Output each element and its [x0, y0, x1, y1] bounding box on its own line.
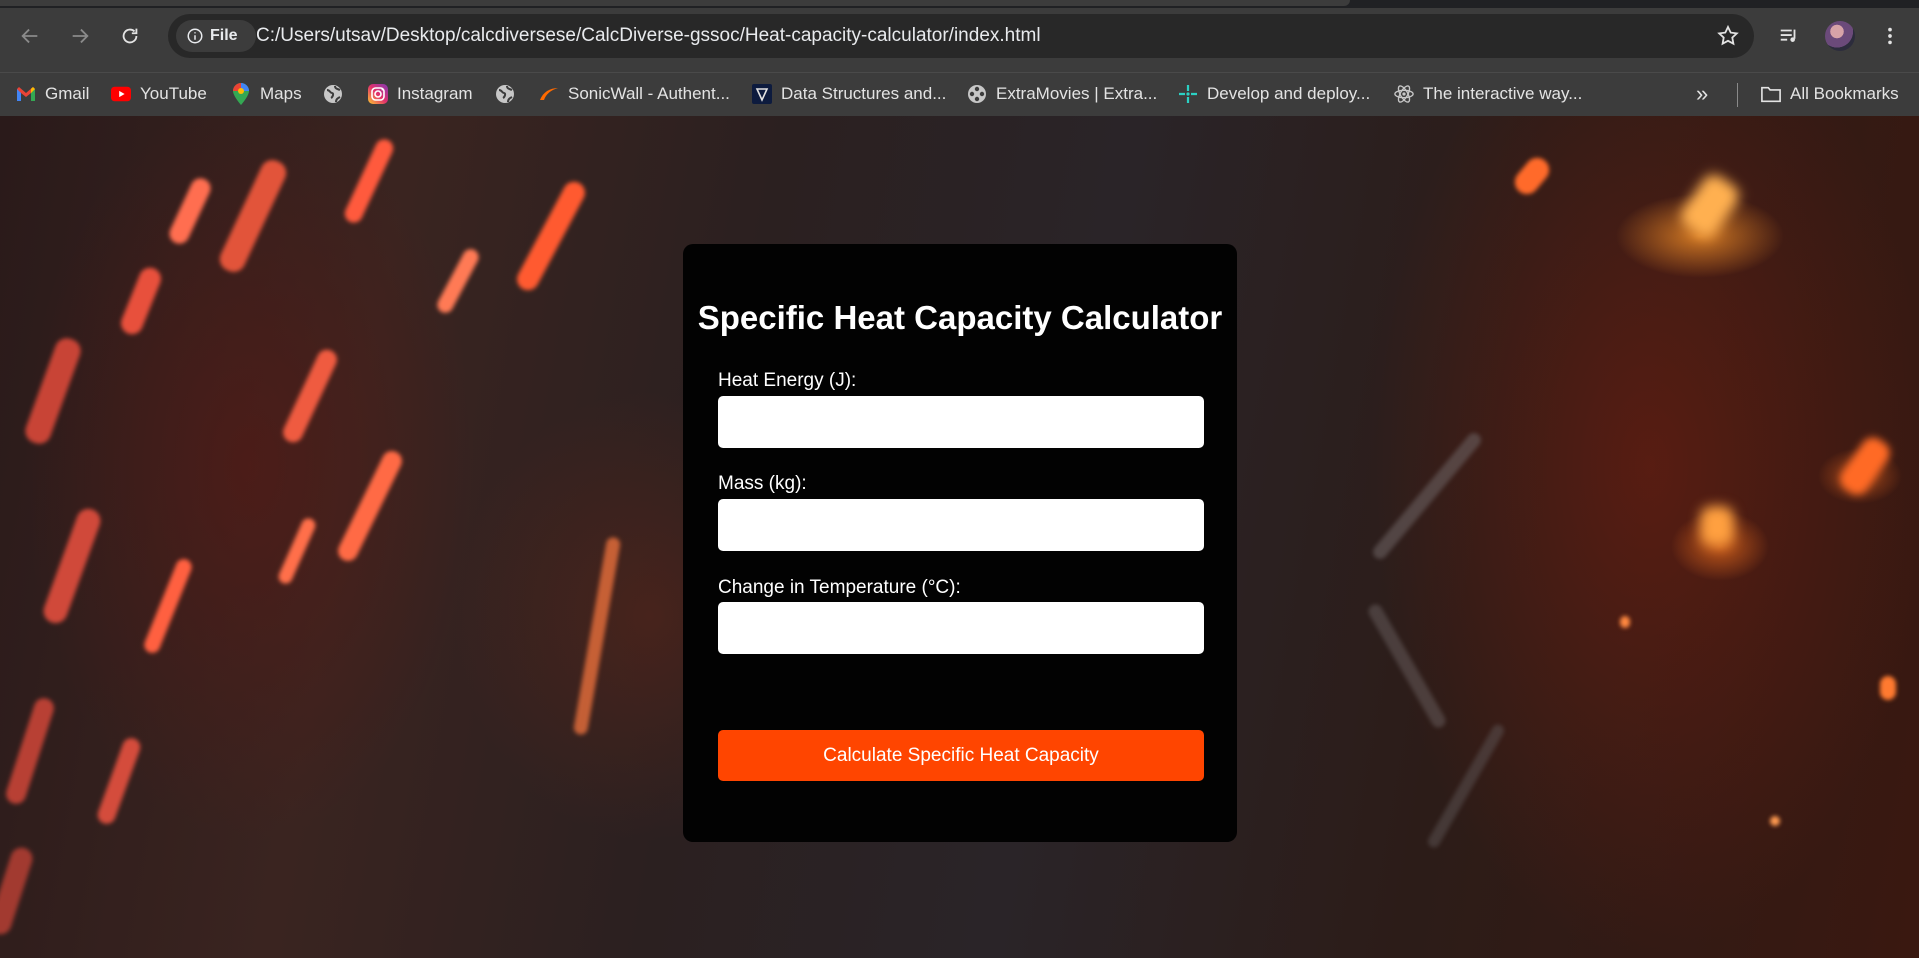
profile-button[interactable]	[1822, 18, 1858, 54]
bookmark-interactive-way[interactable]: The interactive way...	[1394, 73, 1582, 115]
bookmark-youtube[interactable]: YouTube	[111, 73, 207, 115]
avatar	[1825, 21, 1855, 51]
maps-icon	[231, 83, 251, 105]
mass-label: Mass (kg):	[718, 473, 807, 494]
calculator-card: Specific Heat Capacity Calculator Heat E…	[683, 244, 1237, 842]
bookmark-gmail[interactable]: Gmail	[16, 73, 89, 115]
bookmark-label: All Bookmarks	[1790, 84, 1899, 103]
bookmark-label: Gmail	[45, 84, 90, 103]
instagram-icon	[368, 84, 388, 104]
tab-strip	[0, 0, 1919, 8]
bookmarks-bar: Gmail YouTube Maps Instagram SonicWall -…	[0, 72, 1919, 116]
site-icon	[752, 84, 772, 104]
reload-icon	[122, 28, 138, 44]
bookmark-sonicwall[interactable]: SonicWall - Authent...	[539, 73, 730, 115]
active-tab-edge	[0, 0, 1350, 6]
gmail-icon	[16, 84, 36, 104]
globe-icon	[323, 84, 343, 104]
bookmark-data-structures[interactable]: Data Structures and...	[752, 73, 946, 115]
calculator-title: Specific Heat Capacity Calculator	[697, 299, 1223, 336]
bookmark-globe-1[interactable]	[323, 73, 352, 115]
mass-input[interactable]	[718, 499, 1204, 551]
temperature-change-input[interactable]	[718, 602, 1204, 654]
queue-music-icon	[1780, 29, 1796, 42]
page-viewport: Specific Heat Capacity Calculator Heat E…	[0, 116, 1919, 958]
browser-toolbar: File C:/Users/utsav/Desktop/calcdiverses…	[0, 0, 1919, 72]
reload-button[interactable]	[110, 16, 150, 56]
film-reel-icon	[967, 84, 987, 104]
arrow-left-icon	[21, 28, 38, 44]
bookmark-label: The interactive way...	[1423, 84, 1583, 103]
bookmark-label: Data Structures and...	[781, 84, 947, 103]
more-vert-icon	[1888, 27, 1892, 45]
temperature-change-label: Change in Temperature (°C):	[718, 577, 961, 598]
bookmark-instagram[interactable]: Instagram	[368, 73, 473, 115]
bookmark-maps[interactable]: Maps	[231, 73, 302, 115]
bookmarks-overflow-button[interactable]: »	[1696, 73, 1708, 115]
globe-icon	[495, 84, 515, 104]
address-bar[interactable]: File C:/Users/utsav/Desktop/calcdiverses…	[168, 14, 1754, 58]
url-text[interactable]: C:/Users/utsav/Desktop/calcdiversese/Cal…	[256, 14, 1041, 58]
heat-energy-label: Heat Energy (J):	[718, 370, 857, 391]
bookmark-label: Maps	[260, 84, 302, 103]
forward-button[interactable]	[60, 16, 100, 56]
bookmark-star-icon[interactable]	[1716, 24, 1740, 48]
folder-icon	[1761, 84, 1781, 104]
sonicwall-icon	[539, 84, 559, 104]
bookmark-label: Develop and deploy...	[1207, 84, 1371, 103]
bookmark-label: YouTube	[140, 84, 207, 103]
all-bookmarks-button[interactable]: All Bookmarks	[1761, 73, 1899, 115]
bookmark-label: Instagram	[397, 84, 473, 103]
bookmark-label: ExtraMovies | Extra...	[996, 84, 1158, 103]
arrow-right-icon	[72, 28, 89, 44]
heat-energy-input[interactable]	[718, 396, 1204, 448]
react-icon	[1394, 84, 1414, 104]
menu-button[interactable]	[1872, 18, 1908, 54]
site-info-chip[interactable]: File	[176, 20, 256, 52]
bookmarks-divider	[1737, 83, 1738, 107]
bookmark-extramovies[interactable]: ExtraMovies | Extra...	[967, 73, 1157, 115]
info-icon	[187, 28, 203, 44]
sparkle-icon	[1178, 84, 1198, 104]
youtube-icon	[111, 84, 131, 104]
bookmark-globe-2[interactable]	[495, 73, 524, 115]
calculate-button[interactable]: Calculate Specific Heat Capacity	[718, 730, 1204, 781]
bookmark-develop-deploy[interactable]: Develop and deploy...	[1178, 73, 1370, 115]
scheme-label: File	[210, 27, 238, 44]
bookmark-label: SonicWall - Authent...	[568, 84, 730, 103]
media-controls-button[interactable]	[1771, 18, 1807, 54]
back-button[interactable]	[10, 16, 50, 56]
